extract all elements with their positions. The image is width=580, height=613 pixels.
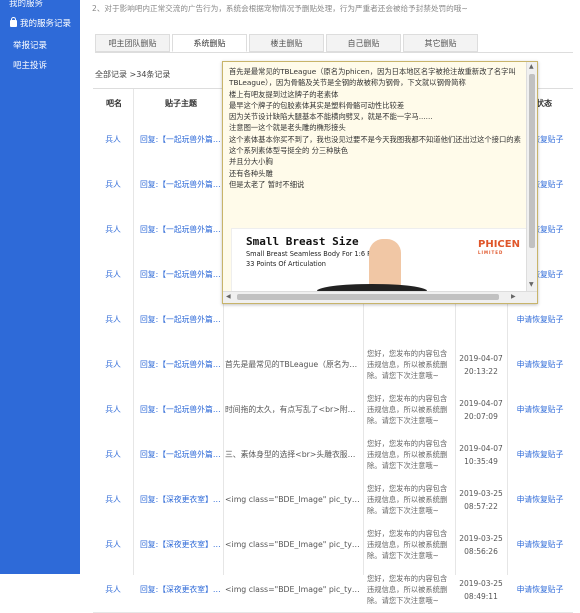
sidebar-item-complaint[interactable]: 吧主投诉 <box>13 59 47 71</box>
author-name[interactable]: 兵人 <box>93 297 133 342</box>
restore-post-link[interactable]: 申请恢复贴子 <box>507 522 573 567</box>
sidebar-item-report-records[interactable]: 举报记录 <box>13 39 47 51</box>
lock-icon <box>10 17 17 27</box>
post-title-link[interactable]: 回复:【一起玩兽外篇】… <box>133 297 223 342</box>
image-subtitle: Small Breast Seamless Body For 1:6 Figur… <box>246 250 388 258</box>
delete-reason: 您好，您发布的内容包含违规信息，所以被系统删除。请您下次注意哦~ <box>367 349 448 380</box>
post-title-link[interactable]: 回复:【一起玩兽外篇】… <box>133 117 223 162</box>
restore-post-link[interactable]: 申请恢复贴子 <box>507 387 573 432</box>
delete-time: 2019-04-07 10:35:49 <box>459 443 503 466</box>
author-name[interactable]: 兵人 <box>93 117 133 162</box>
image-subtitle-2: 33 Points Of Articulation <box>246 260 326 268</box>
author-name[interactable]: 兵人 <box>93 522 133 567</box>
popup-line: 这个系列素体型号挺全的 分三种肤色 <box>229 146 349 156</box>
scroll-down-icon[interactable]: ▼ <box>529 281 534 289</box>
scrollbar-thumb[interactable] <box>529 74 535 248</box>
header-author: 吧名 <box>106 99 122 108</box>
popup-text: 首先是最常见的TBLeague（原名为phicen，因为日本地区名字被抢注故重新… <box>229 66 521 190</box>
horizontal-scrollbar[interactable]: ◀ ▶ <box>223 291 537 303</box>
popup-line: 因为关节设计缺陷大腿基本不能横向劈叉，就是不能一字马...... <box>229 112 433 122</box>
delete-reason: 您好，您发布的内容包含违规信息，所以被系统删除。请您下次注意哦~ <box>367 484 448 515</box>
sidebar: 我的服务 我的服务记录 举报记录 吧主投诉 <box>0 0 80 574</box>
delete-reason: 您好，您发布的内容包含违规信息，所以被系统删除。请您下次注意哦~ <box>367 529 448 560</box>
notice-text: 2、对于影响吧内正常交流的广告行为，系统会根据宠物情况予删贴处理，行为严重者还会… <box>92 4 468 13</box>
delete-reason: 您好，您发布的内容包含违规信息，所以被系统删除。请您下次注意哦~ <box>367 439 448 470</box>
post-content: 三、素体身型的选择<br>头雕衣服有了，… <box>225 450 362 459</box>
popup-line: 首先是最常见的TBLeague（原名为phicen，因为日本地区名字被抢注故重新… <box>229 67 516 76</box>
popup-line: 楼上有吧友提到过这牌子的老素体 <box>229 89 339 99</box>
popup-line: 还有各种头雕 <box>229 168 273 178</box>
post-title-link[interactable]: 回复:【一起玩兽外篇】… <box>133 387 223 432</box>
author-name[interactable]: 兵人 <box>93 432 133 477</box>
image-title: Small Breast Size <box>246 235 359 248</box>
restore-post-link[interactable]: 申请恢复贴子 <box>507 342 573 387</box>
post-content: <img class="BDE_Image" pic_type="0" w… <box>225 495 362 504</box>
delete-reason: 您好，您发布的内容包含违规信息，所以被系统删除。请您下次注意哦~ <box>367 394 448 425</box>
post-content: 时间拖的太久，有点写乱了<br>附了要说… <box>225 405 362 414</box>
author-name[interactable]: 兵人 <box>93 252 133 297</box>
post-title-link[interactable]: 回复:【深夜更衣室】Fir… <box>133 522 223 567</box>
post-title-link[interactable]: 回复:【一起玩兽外篇】… <box>133 162 223 207</box>
author-name[interactable]: 兵人 <box>93 387 133 432</box>
popup-line: 最早这个牌子的包胶素体其实是塑料骨骼可动性比较差 <box>229 100 405 110</box>
sidebar-item-label: 我的服务记录 <box>20 19 72 29</box>
author-name[interactable]: 兵人 <box>93 162 133 207</box>
tab-other-deleted[interactable]: 其它删贴 <box>403 34 478 52</box>
brand-logo: PHICEN LIMITED <box>478 239 520 255</box>
popup-line: 这个素体基本你买不到了，我也没见过要不是今天我图我都不知道他们还出过这个接口的素… <box>229 134 521 144</box>
delete-time: 2019-03-25 08:57:22 <box>459 488 503 511</box>
restore-post-link[interactable]: 申请恢复贴子 <box>507 477 573 522</box>
post-title-link[interactable]: 回复:【一起玩兽外篇】… <box>133 252 223 297</box>
table-row: 兵人 回复:【深夜更衣室】Fir… <img class="BDE_Image"… <box>93 477 573 523</box>
popup-line: 并且分大小胸 <box>229 157 273 167</box>
product-image: Small Breast Size Small Breast Seamless … <box>231 228 527 292</box>
post-title-link[interactable]: 回复:【一起玩兽外篇】… <box>133 342 223 387</box>
post-title-link[interactable]: 回复:【深夜更衣室】Fir… <box>133 477 223 522</box>
popup-line: TBLeague），因为骨骼及关节是全钢的故被称为钢骨，下文就以钢骨简称 <box>229 78 466 88</box>
vertical-scrollbar[interactable]: ▲ ▼ <box>526 62 537 291</box>
scroll-left-icon[interactable]: ◀ <box>226 293 231 301</box>
tab-self-deleted[interactable]: 自己删贴 <box>326 34 401 52</box>
popup-line: 但是太老了 暂时不细说 <box>229 179 305 189</box>
restore-post-link[interactable]: 申请恢复贴子 <box>507 432 573 477</box>
content-preview-popup: 首先是最常见的TBLeague（原名为phicen，因为日本地区名字被抢注故重新… <box>222 61 538 304</box>
column-divider <box>133 89 134 575</box>
popup-line: 注意图一这个就是老头雕的椭形接头 <box>229 123 346 133</box>
post-title-link[interactable]: 回复:【一起玩兽外篇】… <box>133 432 223 477</box>
sidebar-item-my-records[interactable]: 我的服务记录 <box>10 17 71 29</box>
table-row: 兵人 回复:【深夜更衣室】Fir… <img class="BDE_Image"… <box>93 522 573 568</box>
scrollbar-thumb[interactable] <box>237 294 499 300</box>
post-content: <img class="BDE_Image" pic_type="0" w… <box>225 540 362 549</box>
author-name[interactable]: 兵人 <box>93 342 133 387</box>
delete-time: 2019-04-07 20:13:22 <box>459 353 503 376</box>
divider <box>95 52 573 53</box>
delete-time: 2019-04-07 20:07:09 <box>459 398 503 421</box>
record-summary: 全部记录 >34条记录 <box>95 70 171 79</box>
table-row: 兵人 回复:【一起玩兽外篇】… 时间拖的太久，有点写乱了<br>附了要说… 您好… <box>93 387 573 433</box>
tab-owner-deleted[interactable]: 楼主删贴 <box>249 34 324 52</box>
author-name[interactable]: 兵人 <box>93 477 133 522</box>
table-row: 兵人 回复:【一起玩兽外篇】… 首先是最常见的TBLeague（原名为phice… <box>93 342 573 388</box>
header-title: 贴子主题 <box>165 99 197 108</box>
scroll-up-icon[interactable]: ▲ <box>529 63 534 71</box>
sidebar-item-my-service[interactable]: 我的服务 <box>9 0 43 9</box>
table-row: 兵人 回复:【一起玩兽外篇】… 三、素体身型的选择<br>头雕衣服有了，… 您好… <box>93 432 573 478</box>
header-status: 状态 <box>536 99 552 108</box>
post-content: 首先是最常见的TBLeague（原名为phicen… <box>225 360 362 369</box>
author-name[interactable]: 兵人 <box>93 207 133 252</box>
tab-system-deleted[interactable]: 系统删贴 <box>172 34 247 52</box>
scroll-right-icon[interactable]: ▶ <box>511 293 516 301</box>
post-title-link[interactable]: 回复:【一起玩兽外篇】… <box>133 207 223 252</box>
tab-team-deleted[interactable]: 吧主团队删贴 <box>95 34 170 52</box>
delete-time: 2019-03-25 08:56:26 <box>459 533 503 556</box>
